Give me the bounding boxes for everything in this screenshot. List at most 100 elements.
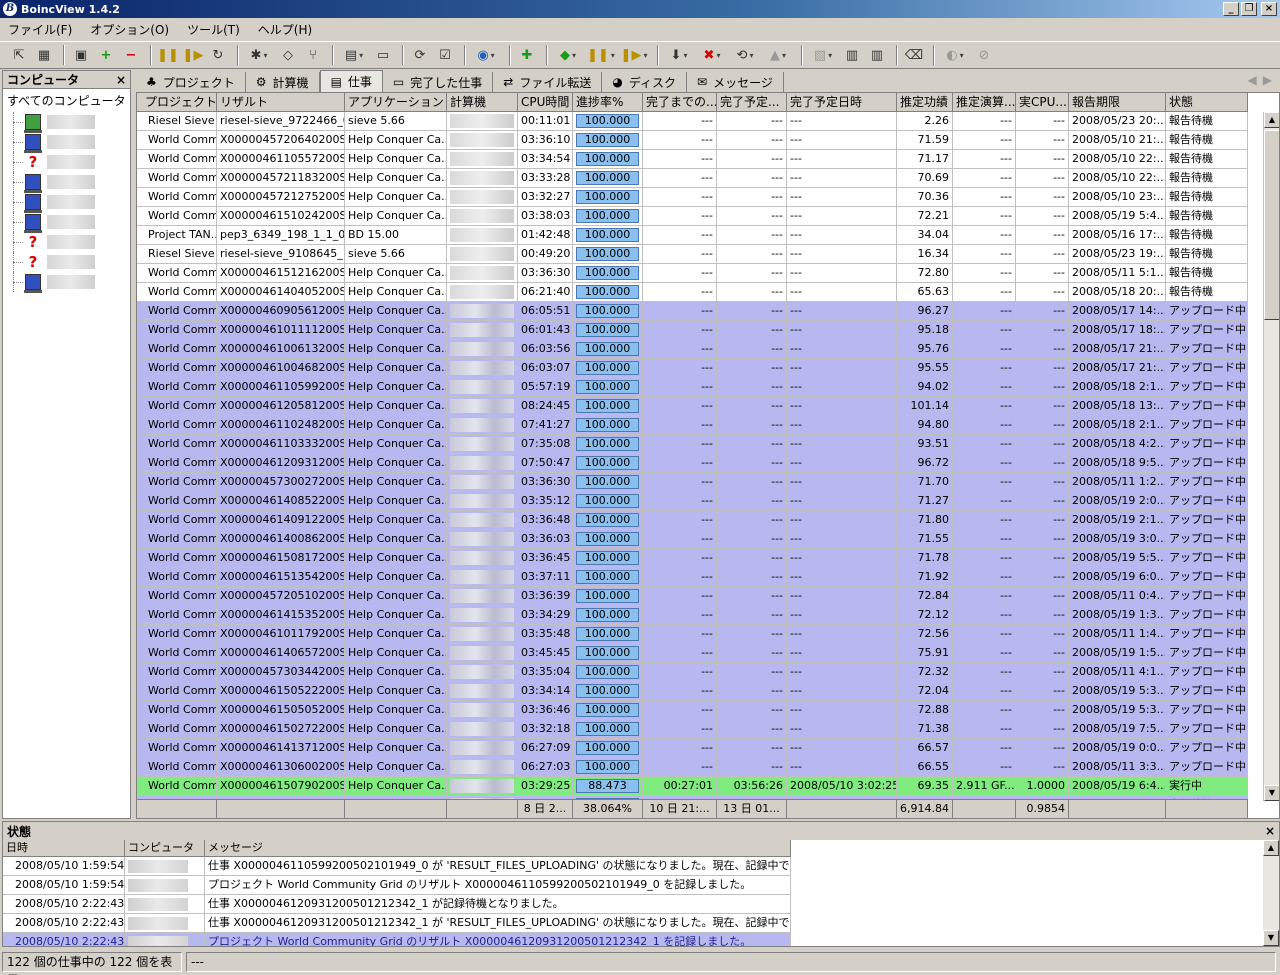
tab-5[interactable]: ◕ ディスク bbox=[602, 72, 688, 92]
tree-computer-item[interactable] bbox=[3, 192, 130, 213]
close-button[interactable]: × bbox=[1261, 2, 1277, 16]
disk-usage-icon[interactable]: ◐ bbox=[940, 44, 970, 66]
tab-3[interactable]: ▭ 完了した仕事 bbox=[383, 72, 494, 92]
table-row[interactable]: World Comm...X0000046101179200S...Help C… bbox=[137, 625, 1264, 644]
eraser-icon[interactable]: ◇ bbox=[277, 44, 299, 66]
work-icon[interactable]: ⬇ bbox=[664, 44, 694, 66]
column-flops[interactable]: 推定演算... bbox=[953, 93, 1016, 112]
tree-computer-item[interactable] bbox=[3, 112, 130, 133]
column-report-deadline[interactable]: 報告期限 bbox=[1069, 93, 1166, 112]
tree-computer-item[interactable]: ? bbox=[3, 232, 130, 252]
log-row[interactable]: 2008/05/10 2:22:43 仕事 X000004612093120050… bbox=[3, 895, 1265, 914]
tab-2[interactable]: ▤ 仕事 bbox=[319, 70, 383, 92]
table-row[interactable]: World Comm...X0000045730027200S...Help C… bbox=[137, 473, 1264, 492]
table-row[interactable]: World Comm...X0000046120931200S...Help C… bbox=[137, 454, 1264, 473]
table-row[interactable]: World Comm...X0000046150817200S...Help C… bbox=[137, 549, 1264, 568]
column-computer[interactable]: コンピュータ bbox=[125, 840, 205, 857]
close-icon[interactable]: × bbox=[1265, 824, 1275, 838]
scroll-thumb[interactable] bbox=[1264, 130, 1279, 320]
column-deadline-est[interactable]: 完了予定... bbox=[717, 93, 787, 112]
attach-project-icon[interactable]: ✚ bbox=[516, 44, 538, 66]
column-cpu-usage[interactable]: 実CPU... bbox=[1016, 93, 1069, 112]
table-row[interactable]: World Comm...X0000046151024200S...Help C… bbox=[137, 207, 1264, 226]
column-remaining[interactable]: 完了までの... bbox=[643, 93, 717, 112]
table-row[interactable]: World Comm...X0000045721183200S...Help C… bbox=[137, 169, 1264, 188]
table-row[interactable]: World Comm...X0000045730344200S...Help C… bbox=[137, 663, 1264, 682]
table-row[interactable]: World Comm...X0000046100468200S...Help C… bbox=[137, 359, 1264, 378]
table-row[interactable]: World Comm...X0000046110333200S...Help C… bbox=[137, 435, 1264, 454]
tree-computer-item[interactable] bbox=[3, 212, 130, 233]
abort-icon[interactable]: ✖ bbox=[697, 44, 727, 66]
table-row[interactable]: World Comm...X0000045720640200S...Help C… bbox=[137, 131, 1264, 150]
scroll-up-icon[interactable]: ▲ bbox=[1263, 840, 1279, 856]
table-row[interactable]: World Comm...X0000046150272200S...Help C… bbox=[137, 720, 1264, 739]
log-row[interactable]: 2008/05/10 1:59:54 仕事 X000004611059920050… bbox=[3, 857, 1265, 876]
table-row[interactable]: World Comm...X0000046150505200S...Help C… bbox=[137, 701, 1264, 720]
table-row[interactable]: World Comm...X0000046120581200S...Help C… bbox=[137, 397, 1264, 416]
tree-computer-item[interactable]: ? bbox=[3, 252, 130, 272]
report-icon[interactable]: ☑ bbox=[434, 44, 456, 66]
column-application[interactable]: アプリケーション bbox=[345, 93, 447, 112]
table-row[interactable]: World Comm...X0000046140086200S...Help C… bbox=[137, 530, 1264, 549]
computer-group-icon[interactable]: ▤ bbox=[339, 44, 369, 66]
tree-computer-item[interactable]: ? bbox=[3, 152, 130, 172]
update-icon[interactable]: ⟳ bbox=[409, 44, 431, 66]
scroll-down-icon[interactable]: ▼ bbox=[1263, 930, 1279, 946]
table-row[interactable]: World Comm...X0000045720510200S...Help C… bbox=[137, 587, 1264, 606]
table-row[interactable]: World Comm...X0000046140852200S...Help C… bbox=[137, 492, 1264, 511]
refresh-icon[interactable]: ↻ bbox=[207, 44, 229, 66]
pause-icon[interactable]: ❚❚ bbox=[157, 44, 179, 66]
tab-prev-icon[interactable]: ◀ bbox=[1248, 73, 1257, 87]
scroll-up-icon[interactable]: ▲ bbox=[1264, 112, 1279, 128]
table-row[interactable]: World Comm...X0000046141535200S...Help C… bbox=[137, 606, 1264, 625]
log-row[interactable]: 2008/05/10 1:59:54 プロジェクト World Community… bbox=[3, 876, 1265, 895]
close-icon[interactable]: × bbox=[116, 73, 126, 87]
table-row[interactable]: World Comm...X0000046140912200S...Help C… bbox=[137, 511, 1264, 530]
project-resume-icon[interactable]: ❚▶ bbox=[619, 44, 649, 66]
tree-root-all-computers[interactable]: すべてのコンピュータ bbox=[3, 89, 130, 112]
table-row[interactable]: Project TAN... pep3_6349_198_1_1_0 BD 15.0… bbox=[137, 226, 1264, 245]
tab-next-icon[interactable]: ▶ bbox=[1263, 73, 1272, 87]
log-row[interactable]: 2008/05/10 2:22:43 仕事 X000004612093120050… bbox=[3, 914, 1265, 933]
scroll-thumb[interactable] bbox=[1263, 856, 1279, 930]
table-row[interactable]: World Comm...X0000046110248200S...Help C… bbox=[137, 416, 1264, 435]
columns-alt-icon[interactable]: ▥ bbox=[866, 44, 888, 66]
table-row[interactable]: World Comm...X0000046140405200S...Help C… bbox=[137, 283, 1264, 302]
menu-file[interactable]: ファイル(F) bbox=[6, 20, 74, 39]
add-icon[interactable]: + bbox=[95, 44, 117, 66]
select-computer-icon[interactable]: ⇱ bbox=[8, 44, 30, 66]
column-progress[interactable]: 進捗率% bbox=[573, 93, 643, 112]
minimize-button[interactable]: _ bbox=[1223, 2, 1239, 16]
table-row[interactable]: World Comm...X0000046140657200S...Help C… bbox=[137, 644, 1264, 663]
monitor-icon[interactable]: ▭ bbox=[372, 44, 394, 66]
menu-tools[interactable]: ツール(T) bbox=[185, 20, 242, 39]
table-row[interactable]: World Comm...X0000046130600200S...Help C… bbox=[137, 758, 1264, 777]
table-row[interactable]: World Comm...X0000046100613200S...Help C… bbox=[137, 340, 1264, 359]
tree-computer-item[interactable] bbox=[3, 272, 130, 293]
remove-icon[interactable]: − bbox=[120, 44, 142, 66]
scroll-down-icon[interactable]: ▼ bbox=[1264, 785, 1279, 801]
table-row[interactable]: World Comm...X0000046151216200S...Help C… bbox=[137, 264, 1264, 283]
table-row[interactable]: World Comm...X0000046150790200S...Help C… bbox=[137, 777, 1264, 796]
tab-4[interactable]: ⇄ ファイル転送 bbox=[493, 72, 603, 92]
add-project-icon[interactable]: ▣ bbox=[70, 44, 92, 66]
network-mode-icon[interactable]: ⟲ bbox=[730, 44, 760, 66]
globe-icon[interactable]: ◉ bbox=[471, 44, 501, 66]
computer-properties-icon[interactable]: ▦ bbox=[33, 44, 55, 66]
table-row[interactable]: World Comm...X0000046101111200S...Help C… bbox=[137, 321, 1264, 340]
tab-0[interactable]: ♣ プロジェクト bbox=[136, 72, 246, 92]
columns-icon[interactable]: ▥ bbox=[841, 44, 863, 66]
column-host[interactable]: 計算機 bbox=[447, 93, 518, 112]
transfer-icon[interactable]: ▧ bbox=[808, 44, 838, 66]
table-row[interactable]: World Comm...X0000046090561200S...Help C… bbox=[137, 302, 1264, 321]
table-row[interactable]: World Comm...X0000046151354200S...Help C… bbox=[137, 568, 1264, 587]
tab-1[interactable]: ⚙ 計算機 bbox=[246, 72, 320, 92]
table-row[interactable]: Riesel Sieve ...riesel-sieve_9722466_0si… bbox=[137, 112, 1264, 131]
restore-button[interactable]: ❐ bbox=[1241, 2, 1257, 16]
detach-icon[interactable]: ⊘ bbox=[973, 44, 995, 66]
table-row[interactable]: World Comm...X0000046110557200S...Help C… bbox=[137, 150, 1264, 169]
tree-computer-item[interactable] bbox=[3, 132, 130, 153]
column-result[interactable]: リザルト bbox=[217, 93, 345, 112]
menu-help[interactable]: ヘルプ(H) bbox=[256, 20, 314, 39]
table-row[interactable]: World Comm...X0000045721275200S...Help C… bbox=[137, 188, 1264, 207]
